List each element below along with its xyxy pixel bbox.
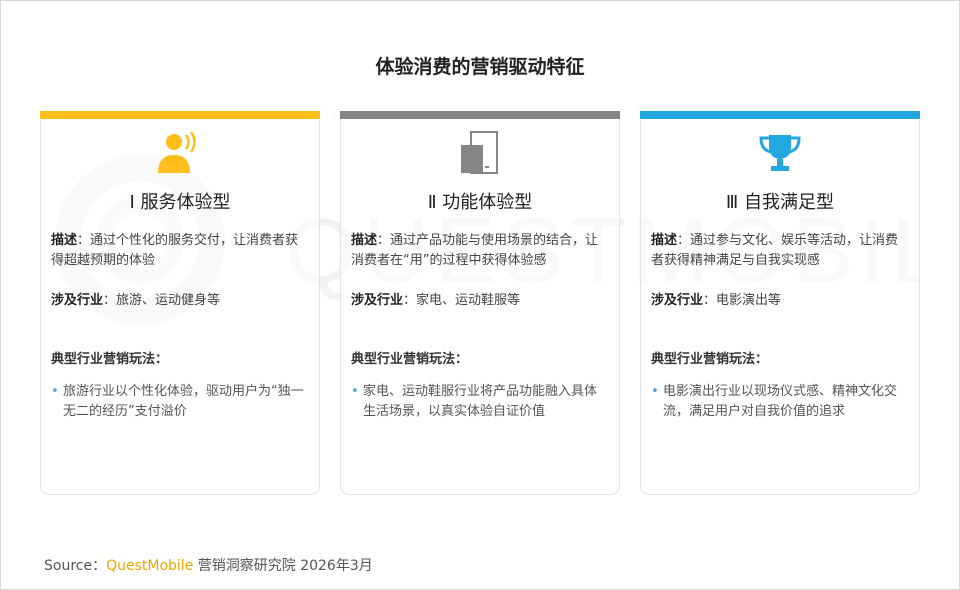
- card-play-label: 典型行业营销玩法：: [351, 352, 469, 367]
- card-bullet: • 家电、运动鞋服行业将产品功能融入具体生活场景，以真实体验自证价值: [351, 384, 598, 419]
- brand-name: QuestMobile: [106, 558, 194, 574]
- trophy-icon: [759, 135, 801, 171]
- card-description: 描述：通过产品功能与使用场景的结合，让消费者在“用”的过程中获得体验感: [351, 233, 599, 268]
- card-play-label: 典型行业营销玩法：: [51, 352, 169, 367]
- bullet-dot-icon: •: [651, 384, 659, 399]
- card-industry: 涉及行业：旅游、运动健身等: [51, 293, 221, 308]
- page-title: 体验消费的营销驱动特征: [375, 56, 585, 78]
- card-color-bar: [340, 111, 620, 119]
- card-title: Ⅰ 服务体验型: [129, 192, 231, 213]
- bullet-dot-icon: •: [351, 384, 359, 399]
- card-description: 描述：通过参与文化、娱乐等活动，让消费者获得精神满足与自我实现感: [651, 233, 899, 268]
- card-industry: 涉及行业：家电、运动鞋服等: [351, 293, 521, 308]
- card-function-experience: Ⅱ 功能体验型 描述：通过产品功能与使用场景的结合，让消费者在“用”的过程中获得…: [340, 111, 620, 495]
- card-self-fulfillment: Ⅲ 自我满足型 描述：通过参与文化、娱乐等活动，让消费者获得精神满足与自我实现感…: [640, 111, 920, 495]
- device-icon: [461, 131, 498, 174]
- source-note: Source：QuestMobile 营销洞察研究院 2026年3月: [44, 558, 373, 574]
- person-speaking-icon: [158, 131, 196, 173]
- card-bullet: • 电影演出行业以现场仪式感、精神文化交流，满足用户对自我价值的追求: [651, 384, 898, 419]
- card-service-experience: Ⅰ 服务体验型 描述：通过个性化的服务交付，让消费者获得超越预期的体验 涉及行业…: [40, 111, 320, 495]
- card-play-label: 典型行业营销玩法：: [651, 352, 769, 367]
- card-title: Ⅲ 自我满足型: [725, 192, 835, 213]
- card-description: 描述：通过个性化的服务交付，让消费者获得超越预期的体验: [51, 233, 299, 268]
- card-color-bar: [40, 111, 320, 119]
- card-industry: 涉及行业：电影演出等: [651, 293, 782, 308]
- card-bullet: • 旅游行业以个性化体验，驱动用户为“独一无二的经历”支付溢价: [51, 384, 304, 419]
- card-color-bar: [640, 111, 920, 119]
- card-title: Ⅱ 功能体验型: [427, 192, 533, 213]
- bullet-dot-icon: •: [51, 384, 59, 399]
